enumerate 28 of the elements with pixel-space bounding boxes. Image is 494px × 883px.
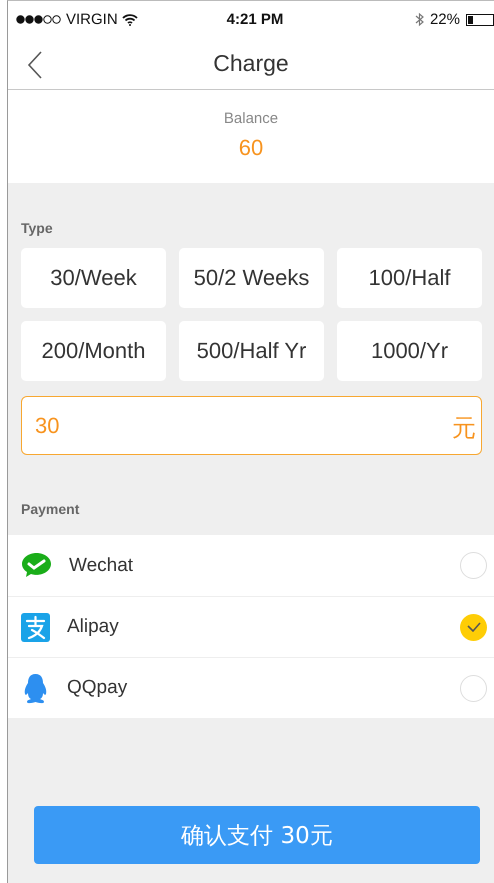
balance-value: 60 [238,135,264,161]
plan-option[interactable]: 50/2 Weeks [179,248,324,308]
payment-logo-icon [21,612,50,642]
chat-bubble-icon [21,552,52,579]
wifi-icon [122,14,138,26]
payment-name: Alipay [67,616,120,638]
plan-option[interactable]: 500/Half Yr [179,321,324,381]
payment-name: QQpay [67,677,128,699]
battery-icon [466,14,494,26]
plan-option[interactable]: 30/Week [21,248,166,308]
plan-option[interactable]: 200/Month [21,321,166,381]
payment-name: Wechat [69,554,134,576]
radio-button[interactable] [460,552,487,579]
page-title: Charge [213,50,289,77]
section-label: Payment [21,501,80,517]
currency-unit: 元 [452,414,476,444]
section-label: Type [21,220,54,236]
check-icon [466,622,480,632]
balance-label: Balance [224,110,278,127]
signal-icon [16,15,62,24]
status-time: 4:21 PM [226,11,284,28]
plan-option[interactable]: 1000/Yr [337,321,482,381]
radio-button[interactable] [460,614,487,640]
plan-option[interactable]: 100/Half [337,248,482,308]
carrier-name: VIRGIN [66,11,118,28]
battery-percent: 22% [430,11,460,28]
bluetooth-icon [414,12,424,27]
radio-button[interactable] [460,674,487,702]
